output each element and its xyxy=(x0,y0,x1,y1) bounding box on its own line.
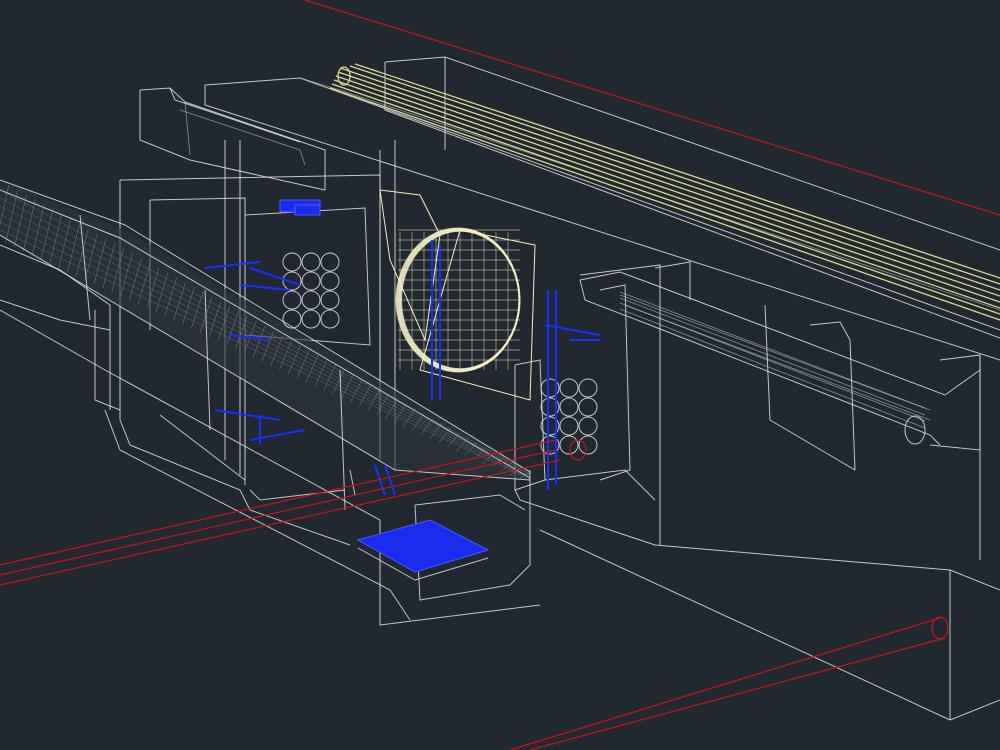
conduit-circle xyxy=(578,397,598,417)
conduit-circle xyxy=(282,309,302,329)
conduit-circle xyxy=(578,378,598,398)
conduit-circle xyxy=(559,378,579,398)
red-boundary-line xyxy=(304,0,1000,216)
conduit-circle xyxy=(559,416,579,436)
wireframe-drawing xyxy=(0,0,1000,750)
yellow-cable-bundle xyxy=(329,63,1000,321)
conduit-duct-bank-right xyxy=(540,378,598,455)
conduit-circle xyxy=(282,290,302,310)
conduit-circle xyxy=(301,290,321,310)
red-pipeline-lower xyxy=(509,616,949,750)
conduit-circle xyxy=(578,416,598,436)
conduit-circle xyxy=(578,435,598,455)
conduit-circle xyxy=(559,435,579,455)
blue-sump-plate xyxy=(356,519,490,581)
conduit-circle xyxy=(282,252,302,272)
conduit-duct-bank-left xyxy=(282,252,340,329)
cad-viewport[interactable] xyxy=(0,0,1000,750)
conduit-circle xyxy=(320,290,340,310)
conduit-circle xyxy=(320,309,340,329)
ventilation-fan xyxy=(379,189,536,401)
conduit-circle xyxy=(301,271,321,291)
conduit-circle xyxy=(559,397,579,417)
conduit-circle xyxy=(301,252,321,272)
conduit-circle xyxy=(320,252,340,272)
conduit-circle xyxy=(301,309,321,329)
conduit-circle xyxy=(320,271,340,291)
